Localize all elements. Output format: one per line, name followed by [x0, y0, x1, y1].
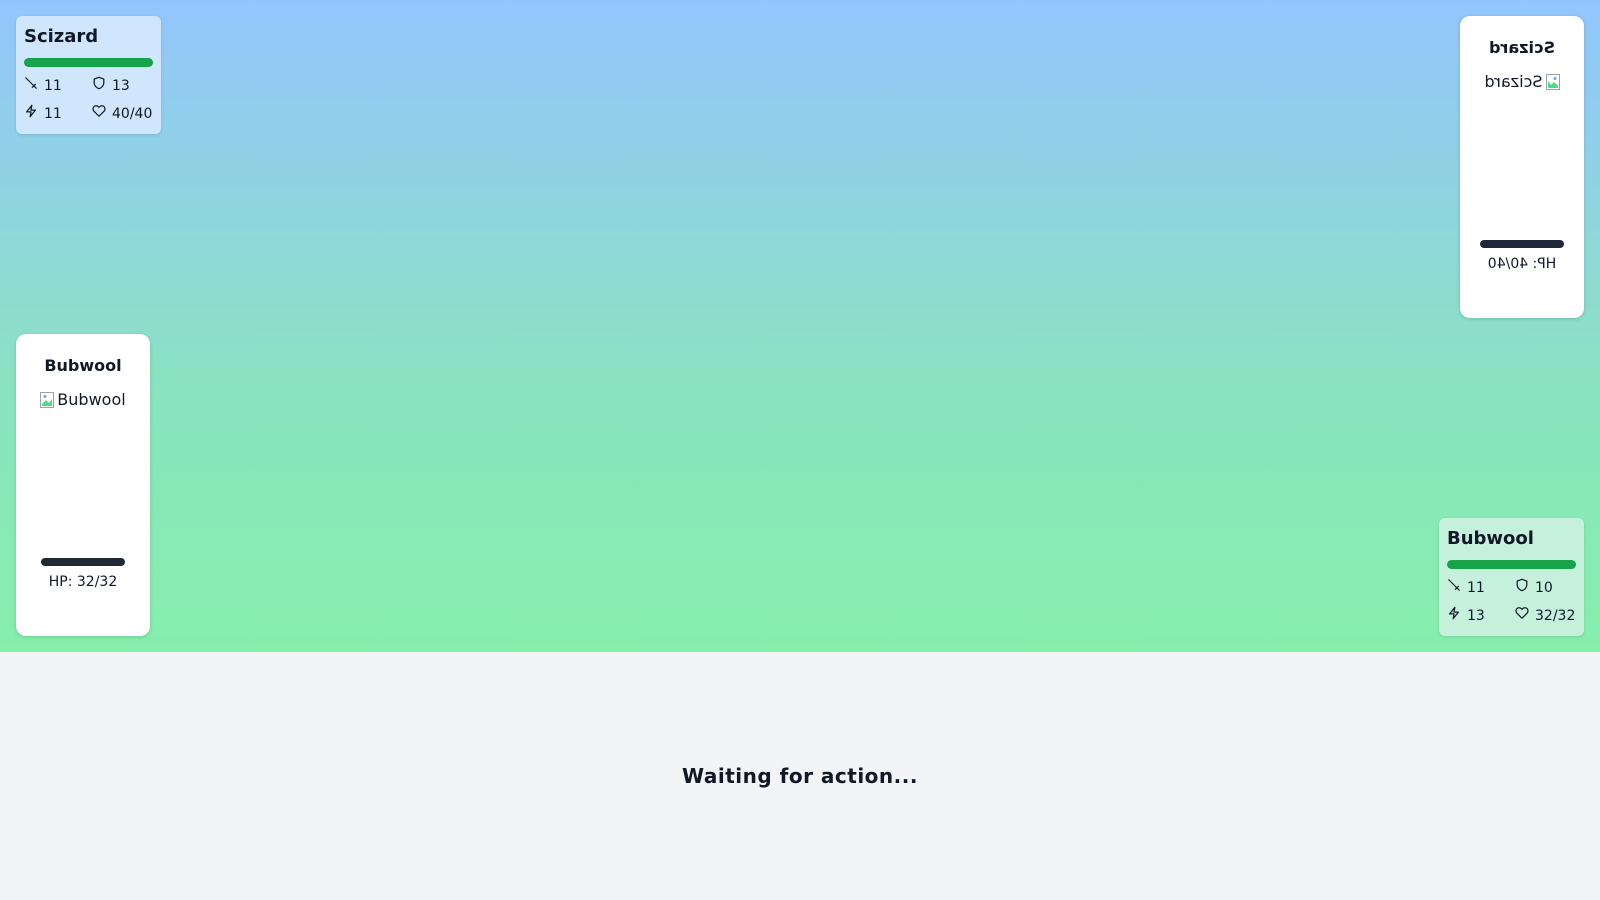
player-card[interactable]: Bubwool Bubwool HP: 32/32 [16, 334, 150, 636]
player-card-hp-bar [41, 558, 125, 566]
player-hp-bar [1447, 560, 1576, 569]
player-name: Bubwool [1447, 528, 1534, 549]
enemy-card[interactable]: Scizard Scizard HP: 40/40 [1460, 16, 1584, 318]
broken-image-icon [40, 390, 55, 412]
broken-image-icon [1545, 72, 1560, 94]
heart-icon [92, 103, 106, 125]
lightning-icon [1447, 605, 1461, 627]
sword-icon [24, 75, 38, 97]
enemy-defense-stat: 13 [92, 75, 153, 97]
enemy-hp-stat: 40/40 [92, 103, 153, 125]
enemy-name: Scizard [24, 26, 99, 47]
player-speed-stat: 13 [1447, 605, 1515, 627]
enemy-sprite: Scizard [1477, 72, 1567, 222]
lightning-icon [24, 103, 38, 125]
enemy-speed-stat: 11 [24, 103, 92, 125]
heart-icon [1515, 605, 1529, 627]
player-hp-stat: 32/32 [1515, 605, 1576, 627]
status-message: Waiting for action... [682, 764, 918, 788]
player-image-alt: Bubwool [57, 390, 126, 409]
shield-icon [92, 75, 106, 97]
player-sprite: Bubwool [38, 390, 128, 540]
player-attack-stat: 11 [1447, 577, 1515, 599]
shield-icon [1515, 577, 1529, 599]
player-card-name: Bubwool [44, 356, 122, 375]
enemy-stat-panel: Scizard 11 13 11 40/40 [16, 16, 161, 134]
enemy-card-name: Scizard [1489, 38, 1555, 57]
player-stat-panel: Bubwool 11 10 13 32/32 [1439, 518, 1584, 636]
action-status-area: Waiting for action... [0, 652, 1600, 900]
enemy-attack-stat: 11 [24, 75, 92, 97]
enemy-hp-bar [24, 58, 153, 67]
battlefield: Scizard 11 13 11 40/40 Scizard Scizard H… [0, 0, 1600, 652]
player-defense-stat: 10 [1515, 577, 1576, 599]
sword-icon [1447, 577, 1461, 599]
enemy-card-hp-text: HP: 40/40 [1487, 256, 1557, 272]
enemy-card-hp-bar [1480, 240, 1564, 248]
player-card-hp-text: HP: 32/32 [48, 574, 118, 590]
enemy-image-alt: Scizard [1484, 72, 1543, 91]
